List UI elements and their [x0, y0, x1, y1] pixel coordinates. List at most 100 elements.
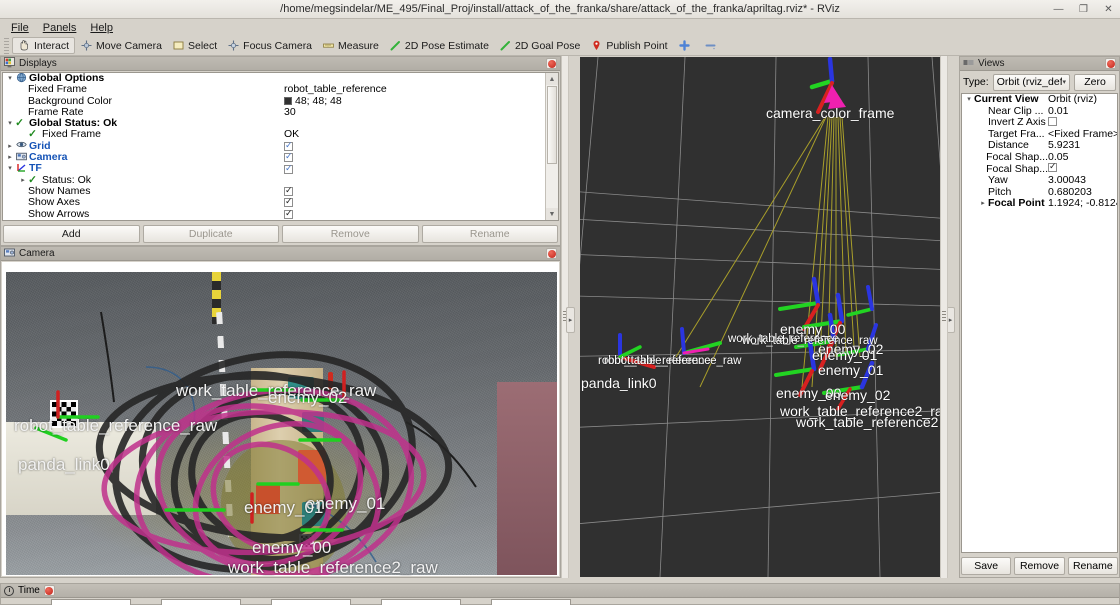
tool-move-camera[interactable]: Move Camera — [75, 37, 167, 54]
views-row-value-cell[interactable] — [1048, 163, 1117, 176]
displays-tree-row[interactable]: Fixed Frame robot_table_reference — [3, 83, 545, 95]
time-fields-row — [1, 599, 1119, 605]
tool-interact[interactable]: Interact — [12, 37, 76, 54]
menu-help[interactable]: Help — [84, 21, 119, 35]
views-tree-row[interactable]: Focal Shap... 0.05 — [962, 151, 1117, 164]
views-row-label: Yaw — [988, 174, 1008, 187]
displays-row-label: Show Axes — [28, 196, 80, 209]
views-row-checkbox[interactable] — [1048, 163, 1057, 173]
expand-arrow-icon[interactable]: ▾ — [5, 163, 15, 174]
displays-tree-row[interactable]: Background Color 48; 48; 48 — [3, 95, 545, 107]
displays-tree[interactable]: ▾ Global Options Fixed Frame robot_table_re… — [3, 73, 545, 220]
displays-scrollbar[interactable]: ▲ ▼ — [545, 73, 558, 220]
duplicate-button[interactable]: Duplicate — [142, 225, 279, 243]
views-row-value-cell[interactable]: Orbit (rviz) — [1048, 94, 1117, 106]
camera-overlay-label: work_table_reference2_raw — [228, 558, 438, 576]
views-row-value-cell[interactable]: 0.05 — [1048, 152, 1117, 164]
menu-file[interactable]: File — [5, 21, 35, 35]
views-tree-row[interactable]: ▸Focal Point1.1924; -0.81244... — [962, 198, 1117, 210]
views-close-icon[interactable] — [1105, 58, 1116, 69]
remove-button[interactable]: Remove — [282, 225, 419, 243]
view-type-select[interactable]: Orbit (rviz_defau ▾ — [992, 73, 1070, 91]
tool-2d-goal-pose-label: 2D Goal Pose — [514, 39, 581, 52]
displays-tree-row[interactable]: Show Names — [3, 185, 545, 197]
views-row-value-cell[interactable]: 0.01 — [1048, 106, 1117, 118]
camera-panel-header: Camera — [1, 247, 560, 261]
displays-row-checkbox[interactable] — [284, 196, 293, 208]
right-splitter[interactable] — [940, 56, 948, 578]
displays-tree-row[interactable]: Show Arrows — [3, 208, 545, 220]
views-button-row: Save Remove Rename — [961, 557, 1118, 575]
close-icon[interactable]: ✕ — [1101, 2, 1116, 17]
menu-panels[interactable]: Panels — [37, 21, 83, 35]
tool-publish-point[interactable]: Publish Point — [585, 37, 672, 54]
displays-close-icon[interactable] — [546, 58, 557, 69]
tool-focus-camera[interactable]: Focus Camera — [222, 37, 317, 54]
maximize-icon[interactable]: ❐ — [1076, 2, 1091, 17]
views-property-tree[interactable]: ▾ Current View Orbit (rviz) Near Clip ... 0.… — [961, 93, 1118, 553]
displays-tree-row[interactable]: ▾ TF — [3, 163, 545, 174]
expand-arrow-icon[interactable]: ▾ — [964, 94, 974, 106]
views-row-value-cell[interactable]: 5.9231 — [1048, 140, 1117, 152]
displays-row-value-cell[interactable] — [284, 140, 545, 151]
displays-row-value-cell[interactable] — [284, 196, 545, 208]
tool-2d-pose-estimate[interactable]: 2D Pose Estimate — [384, 37, 494, 54]
remove-view-button[interactable]: Remove — [1014, 557, 1065, 575]
wall-time-field[interactable] — [271, 599, 351, 605]
ros-time-field[interactable] — [51, 599, 131, 605]
views-row-value-cell[interactable]: 0.680203 — [1048, 187, 1117, 199]
camera-view[interactable]: work_table_reference_raw robot_table_ref… — [2, 262, 559, 576]
displays-row-value-cell[interactable]: OK — [284, 129, 545, 141]
camera-close-icon[interactable] — [546, 248, 557, 259]
displays-row-value-cell[interactable] — [284, 151, 545, 163]
scroll-down-icon[interactable]: ▼ — [546, 208, 558, 220]
displays-row-checkbox[interactable] — [284, 208, 293, 219]
tool-remove-tool[interactable] — [699, 37, 725, 54]
views-row-value-cell[interactable]: <Fixed Frame> — [1048, 129, 1117, 141]
views-row-checkbox[interactable] — [1048, 116, 1057, 126]
ros-elapsed-field[interactable] — [161, 599, 241, 605]
displays-row-checkbox[interactable] — [284, 151, 293, 163]
views-tree-row[interactable]: ▾ Current View Orbit (rviz) — [962, 94, 1117, 106]
collapse-arrow-icon[interactable]: ▸ — [18, 175, 28, 186]
experimental-field[interactable] — [491, 599, 571, 605]
displays-row-checkbox[interactable] — [284, 163, 293, 174]
toolbar-grip[interactable] — [4, 37, 9, 54]
views-row-value-cell[interactable]: 1.1924; -0.81244... — [1048, 198, 1117, 210]
time-close-icon[interactable] — [43, 585, 55, 596]
displays-row-value-cell[interactable]: robot_table_reference — [284, 83, 545, 95]
displays-row-value-cell[interactable]: 30 — [284, 106, 545, 118]
zero-button[interactable]: Zero — [1074, 73, 1116, 91]
render-view-3d[interactable]: camera_color_frame panda_link0 robot_tab… — [580, 57, 940, 577]
views-row-value-cell[interactable]: 3.00043 — [1048, 175, 1117, 187]
scroll-thumb[interactable] — [547, 86, 557, 164]
view-type-value: Orbit (rviz_defau — [996, 76, 1063, 88]
rename-view-button[interactable]: Rename — [1067, 557, 1118, 575]
add-button[interactable]: Add — [3, 225, 140, 243]
splitter-collapse-left-icon[interactable]: ▸ — [566, 307, 575, 333]
save-view-button[interactable]: Save — [961, 557, 1012, 575]
collapse-arrow-icon[interactable]: ▸ — [978, 198, 988, 210]
displays-row-value-cell[interactable]: 48; 48; 48 — [284, 95, 545, 107]
displays-row-value-cell[interactable] — [284, 185, 545, 197]
tool-2d-goal-pose[interactable]: 2D Goal Pose — [494, 37, 585, 54]
camera-image: work_table_reference_raw robot_table_ref… — [6, 272, 557, 576]
displays-row-value-cell[interactable] — [284, 163, 545, 174]
expand-arrow-icon[interactable]: ▾ — [5, 118, 15, 129]
views-row-value-cell[interactable] — [1048, 116, 1117, 130]
expand-arrow-icon[interactable]: ▾ — [5, 73, 15, 84]
views-tree-row[interactable]: Focal Shap... — [962, 163, 1117, 176]
wall-elapsed-field[interactable] — [381, 599, 461, 605]
displays-row-checkbox[interactable] — [284, 185, 293, 197]
scroll-up-icon[interactable]: ▲ — [546, 73, 558, 85]
tool-select[interactable]: Select — [167, 37, 222, 54]
views-tree-row[interactable]: Yaw 3.00043 — [962, 175, 1117, 187]
tool-add-tool[interactable] — [673, 37, 699, 54]
minimize-icon[interactable]: — — [1051, 2, 1066, 17]
displays-tree-row[interactable]: Show Axes — [3, 196, 545, 209]
displays-row-checkbox[interactable] — [284, 140, 293, 151]
tool-measure[interactable]: Measure — [317, 37, 384, 54]
displays-row-value-cell[interactable] — [284, 208, 545, 219]
rename-button[interactable]: Rename — [421, 225, 558, 243]
views-tree-row[interactable]: Target Fra... <Fixed Frame> — [962, 128, 1117, 141]
